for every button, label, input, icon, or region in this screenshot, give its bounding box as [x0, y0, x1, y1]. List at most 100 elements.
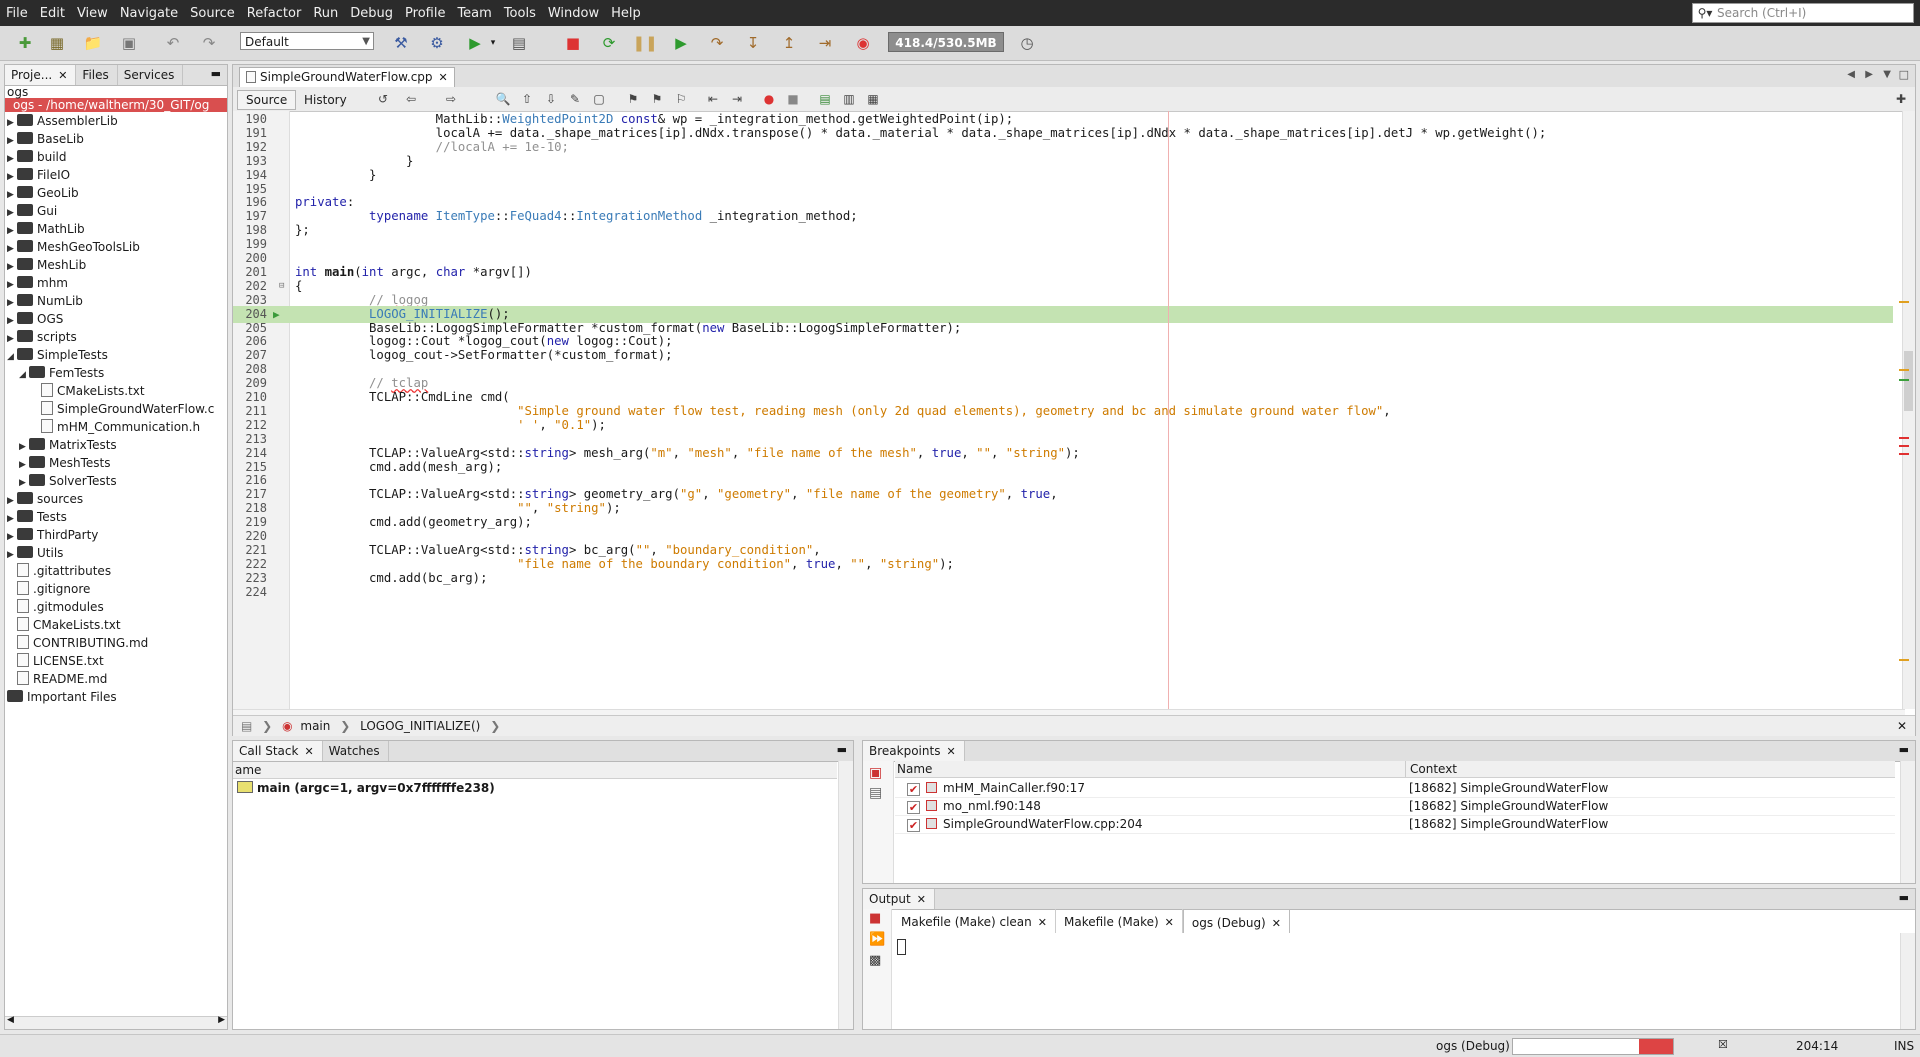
tree-folder[interactable]: Important Files: [7, 688, 117, 706]
tree-folder[interactable]: ◢ SimpleTests: [7, 346, 108, 364]
open-project-icon[interactable]: 📁: [82, 32, 104, 54]
breadcrumb-logog-initialize[interactable]: LOGOG_INITIALIZE(): [360, 719, 480, 733]
history-view-button[interactable]: History: [295, 90, 356, 110]
menu-window[interactable]: Window: [542, 6, 605, 21]
tree-folder[interactable]: ▶ ThirdParty: [7, 526, 98, 544]
editor-vertical-scrollbar[interactable]: [1899, 111, 1915, 709]
horizontal-scrollbar[interactable]: ◀ ▶: [5, 1015, 227, 1029]
breakpoint-row[interactable]: ✔ SimpleGroundWaterFlow.cpp:204 [18682] Si…: [895, 815, 1895, 834]
cancel-progress-icon[interactable]: ☒: [1718, 1038, 1728, 1051]
toggle-bookmark-icon[interactable]: ⚐: [673, 91, 689, 107]
column-header-context[interactable]: Context: [1405, 761, 1457, 777]
breakpoint-groups-icon[interactable]: ▤: [869, 785, 887, 801]
finish-debugger-icon[interactable]: ■: [562, 32, 584, 54]
tree-file[interactable]: CONTRIBUTING.md: [7, 634, 148, 652]
tree-file[interactable]: .gitattributes: [7, 562, 111, 580]
menu-team[interactable]: Team: [451, 6, 497, 21]
tree-folder[interactable]: ▶ Gui: [7, 202, 57, 220]
toggle-rectangular-selection-icon[interactable]: ▢: [591, 91, 607, 107]
tab-call-stack[interactable]: Call Stack ✕: [233, 741, 323, 761]
start-macro-icon[interactable]: ●: [761, 91, 777, 107]
tree-folder[interactable]: ▶ MatrixTests: [19, 436, 117, 454]
tree-file[interactable]: LICENSE.txt: [7, 652, 104, 670]
find-selection-icon[interactable]: 🔍: [495, 91, 511, 107]
back-icon[interactable]: ⇦: [403, 91, 419, 107]
error-stripe-mark[interactable]: [1899, 369, 1909, 371]
shift-right-icon[interactable]: ⇥: [729, 91, 745, 107]
tab-watches[interactable]: Watches: [323, 741, 389, 761]
tree-folder[interactable]: ◢ FemTests: [19, 364, 104, 382]
close-icon[interactable]: ✕: [946, 745, 955, 758]
vertical-scrollbar[interactable]: [838, 761, 853, 1029]
shift-left-icon[interactable]: ⇤: [705, 91, 721, 107]
menu-tools[interactable]: Tools: [498, 6, 542, 21]
close-icon[interactable]: ✕: [439, 71, 448, 84]
column-header-name[interactable]: Name: [897, 761, 932, 777]
tree-folder[interactable]: ▶ MeshGeoToolsLib: [7, 238, 140, 256]
tree-file[interactable]: README.md: [7, 670, 107, 688]
tree-folder[interactable]: ▶ SolverTests: [19, 472, 117, 490]
source-view-button[interactable]: Source: [237, 90, 297, 110]
close-icon[interactable]: ✕: [917, 893, 926, 906]
breakpoint-row[interactable]: ✔ mo_nml.f90:148 [18682] SimpleGroundWater…: [895, 797, 1895, 816]
menu-debug[interactable]: Debug: [344, 6, 399, 21]
scroll-left-icon[interactable]: ◀: [7, 1015, 14, 1025]
tree-file[interactable]: CMakeLists.txt: [31, 382, 145, 400]
forward-icon[interactable]: ⇨: [443, 91, 459, 107]
minimize-icon[interactable]: ▬: [1893, 741, 1915, 761]
undo-icon[interactable]: ↶: [162, 32, 184, 54]
tab-services[interactable]: Services: [118, 65, 184, 85]
breakpoint-enabled-checkbox[interactable]: ✔: [907, 783, 920, 796]
run-to-cursor-icon[interactable]: ⇥: [814, 32, 836, 54]
stop-icon[interactable]: ■: [869, 911, 885, 926]
new-project-icon[interactable]: ▦: [46, 32, 68, 54]
breakpoint-row[interactable]: ✔ mHM_MainCaller.f90:17 [18682] SimpleGrou…: [895, 779, 1895, 798]
code-line[interactable]: 224: [233, 584, 1893, 601]
tree-file[interactable]: .gitmodules: [7, 598, 104, 616]
find-next-icon[interactable]: ⇩: [543, 91, 559, 107]
tree-file[interactable]: .gitignore: [7, 580, 90, 598]
close-icon[interactable]: ✕: [1272, 917, 1281, 930]
scroll-tabs-right-icon[interactable]: ▶: [1865, 69, 1873, 80]
format-icon[interactable]: ▦: [865, 91, 881, 107]
tree-folder[interactable]: ▶ AssemblerLib: [7, 112, 118, 130]
terminal-cursor[interactable]: [897, 939, 906, 955]
breadcrumb-home-icon[interactable]: ▤: [241, 719, 252, 733]
clean-build-icon[interactable]: ⚙: [426, 32, 448, 54]
run-dropdown-icon[interactable]: ▾: [482, 32, 504, 54]
pause-icon[interactable]: ❚❚: [632, 32, 657, 54]
tree-file[interactable]: CMakeLists.txt: [7, 616, 121, 634]
comment-icon[interactable]: ▤: [817, 91, 833, 107]
tree-folder[interactable]: ▶ scripts: [7, 328, 77, 346]
new-file-icon[interactable]: ✚: [14, 32, 36, 54]
tree-folder[interactable]: ▶ sources: [7, 490, 83, 508]
menu-source[interactable]: Source: [184, 6, 241, 21]
tab-projects[interactable]: Proje... ✕: [5, 65, 77, 85]
tab-files[interactable]: Files: [76, 65, 118, 85]
tree-folder[interactable]: ▶ MeshTests: [19, 454, 110, 472]
close-icon[interactable]: ✕: [304, 745, 313, 758]
tree-folder[interactable]: ▶ NumLib: [7, 292, 83, 310]
find-previous-icon[interactable]: ⇧: [519, 91, 535, 107]
new-breakpoint-icon[interactable]: ▣: [869, 765, 887, 781]
redo-icon[interactable]: ↷: [198, 32, 220, 54]
toggle-highlight-icon[interactable]: ✎: [567, 91, 583, 107]
tab-makefile-clean[interactable]: Makefile (Make) clean ✕: [893, 909, 1056, 933]
scroll-tabs-left-icon[interactable]: ◀: [1847, 69, 1855, 80]
terminal-icon[interactable]: ▩: [869, 953, 885, 968]
close-icon[interactable]: ✕: [1897, 716, 1907, 736]
close-icon[interactable]: ✕: [58, 69, 67, 82]
error-stripe-mark[interactable]: [1899, 453, 1909, 455]
menu-file[interactable]: File: [0, 6, 34, 21]
tree-file[interactable]: mHM_Communication.h: [31, 418, 200, 436]
last-edit-icon[interactable]: ↺: [375, 91, 391, 107]
minimize-icon[interactable]: ▬: [205, 65, 227, 85]
save-all-icon[interactable]: ▣: [118, 32, 140, 54]
menu-run[interactable]: Run: [307, 6, 344, 21]
collapse-icon[interactable]: ◢: [19, 366, 29, 384]
error-stripe-mark[interactable]: [1899, 437, 1909, 439]
fold-icon[interactable]: ⊟: [279, 278, 284, 295]
split-add-icon[interactable]: ✚: [1893, 91, 1909, 107]
tree-folder[interactable]: ▶ MeshLib: [7, 256, 86, 274]
maximize-icon[interactable]: □: [1899, 68, 1909, 81]
